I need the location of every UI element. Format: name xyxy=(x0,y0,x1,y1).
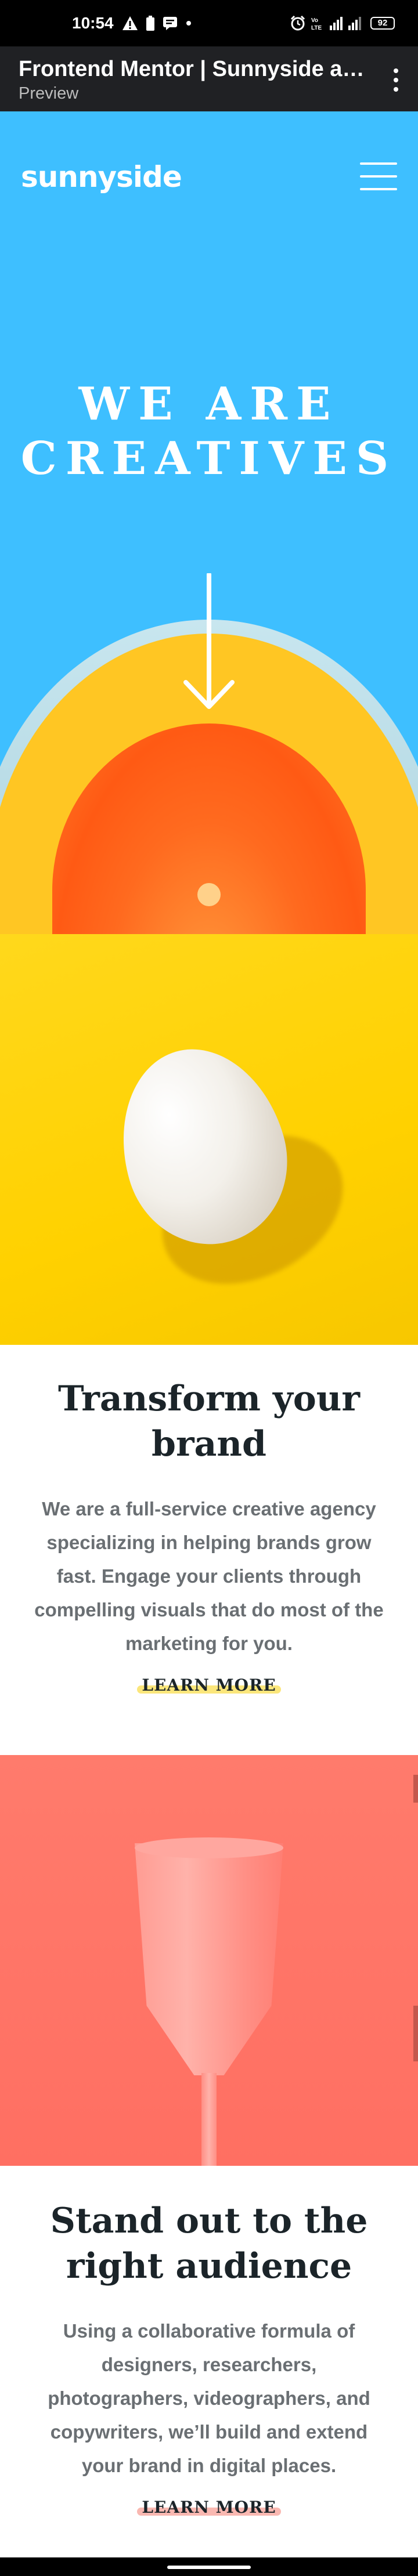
status-time: 10:54 xyxy=(72,14,114,32)
alarm-icon xyxy=(290,16,305,31)
glass-cup xyxy=(135,1843,283,2075)
browser-toolbar: Frontend Mentor | Sunnyside ag… Preview xyxy=(0,46,418,111)
transform-section: Transform your brand We are a full-servi… xyxy=(0,1345,418,1755)
warning-icon xyxy=(122,16,138,31)
battery-icon: 92 xyxy=(370,17,395,30)
page-title[interactable]: Frontend Mentor | Sunnyside ag… xyxy=(19,56,372,82)
page-subtitle: Preview xyxy=(19,84,79,103)
svg-text:LTE: LTE xyxy=(311,25,322,31)
menu-dot xyxy=(394,68,398,73)
hamburger-line xyxy=(360,162,397,165)
glass-image xyxy=(0,1755,418,2166)
menu-dot xyxy=(394,87,398,92)
volte-icon: Vo LTE xyxy=(311,16,324,31)
hero-section: sunnyside WE ARE CREATIVES xyxy=(0,111,418,934)
standout-section: Stand out to the right audience Using a … xyxy=(0,2166,418,2557)
hamburger-line xyxy=(360,188,397,190)
section-body: Using a collaborative formula of designe… xyxy=(48,2320,370,2476)
learn-more-link[interactable]: LEARN MORE xyxy=(137,2498,281,2517)
arrow-down-icon[interactable] xyxy=(179,572,239,712)
glass-rim xyxy=(135,1837,283,1858)
scroll-tab xyxy=(413,2006,418,2061)
home-gesture-handle[interactable] xyxy=(167,2566,251,2569)
section-title: Stand out to the right audience xyxy=(50,2201,368,2286)
hero-title-line2: CREATIVES xyxy=(20,432,398,485)
site-logo[interactable]: sunnyside xyxy=(21,160,182,194)
status-bar: 10:54 Vo LTE 92 xyxy=(0,0,418,46)
learn-more-label: LEARN MORE xyxy=(142,1676,276,1695)
egg-image xyxy=(0,934,418,1345)
hero-title: WE ARE CREATIVES xyxy=(0,377,418,486)
svg-text:Vo: Vo xyxy=(311,17,318,24)
hero-title-line1: WE ARE xyxy=(78,378,340,430)
signal-icon xyxy=(330,16,365,30)
dot-icon xyxy=(186,20,192,26)
gesture-bar xyxy=(0,2557,418,2576)
learn-more-label: LEARN MORE xyxy=(142,2498,276,2517)
hamburger-line xyxy=(360,175,397,178)
status-left: 10:54 xyxy=(72,14,192,32)
scroll-tab xyxy=(413,1775,418,1803)
section-body: We are a full-service creative agency sp… xyxy=(34,1498,384,1654)
glass-stem xyxy=(201,2073,217,2166)
section-title: Transform your brand xyxy=(57,1379,361,1464)
status-right: Vo LTE 92 xyxy=(290,16,395,31)
battery-saver-icon xyxy=(146,16,154,31)
menu-dot xyxy=(394,78,398,82)
notification-icon xyxy=(163,16,178,30)
learn-more-link[interactable]: LEARN MORE xyxy=(137,1676,281,1695)
orange-core xyxy=(197,883,221,906)
hamburger-icon[interactable] xyxy=(360,162,397,190)
more-vert-icon[interactable] xyxy=(390,68,402,92)
